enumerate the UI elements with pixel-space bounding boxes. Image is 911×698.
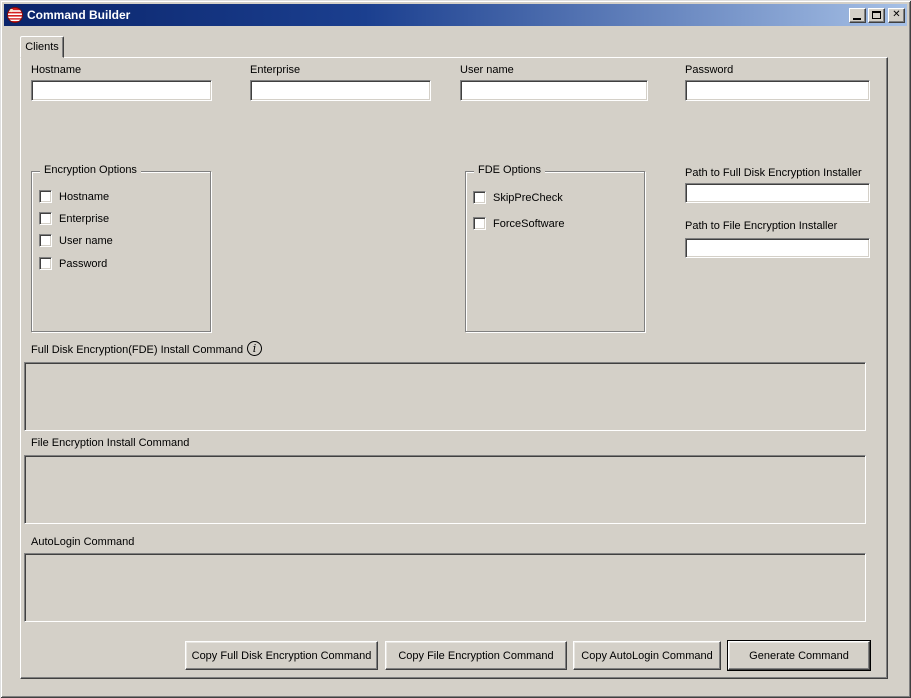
close-button[interactable]: ✕ xyxy=(888,8,905,23)
tab-clients[interactable]: Clients xyxy=(20,36,64,58)
window-title: Command Builder xyxy=(27,8,849,22)
app-logo-icon xyxy=(7,7,23,23)
titlebar: Command Builder ✕ xyxy=(4,4,907,26)
close-icon: ✕ xyxy=(892,10,900,20)
minimize-button[interactable] xyxy=(849,8,866,23)
clients-tab-page xyxy=(20,57,888,679)
maximize-button[interactable] xyxy=(868,8,885,23)
command-builder-window: Command Builder ✕ Clients Hostname Enter… xyxy=(0,0,911,698)
tab-clients-label: Clients xyxy=(25,41,59,53)
minimize-icon xyxy=(853,18,861,20)
maximize-icon xyxy=(872,11,881,19)
